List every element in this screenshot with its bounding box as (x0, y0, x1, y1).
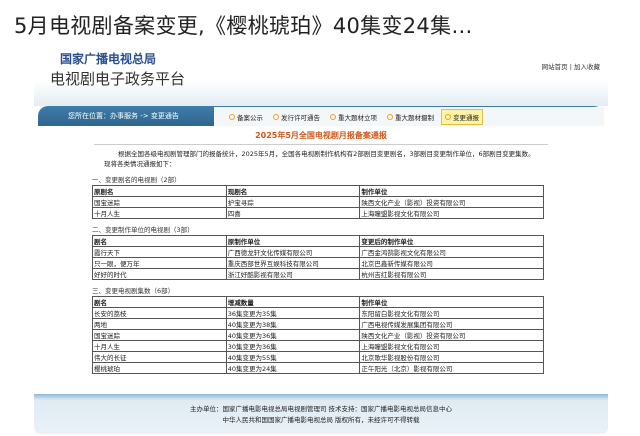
footer-line1: 主办单位：国家广播电影电视总局电视剧管理司 技术支持：国家广播电影电视总局信息中… (189, 405, 453, 413)
nav-tab[interactable]: 变更通报 (441, 108, 483, 125)
circle-icon (387, 113, 393, 120)
table-cell: 广西电视传媒发展集团有限公司 (359, 318, 544, 330)
screenshot-webpage: 国家广播电视总局 电视剧电子政务平台 网站首页 | 加入收藏 您所在位置：办事服… (34, 48, 608, 434)
circle-icon (229, 113, 235, 120)
section-table: 原剧名 现剧名 制作单位 国宝迷踪 护宝寻踪 陕西文化产业（影视）投资有限公司 十月人生 四喜… (92, 185, 544, 219)
table-row: 两地 40集变更为38集 广西电视传媒发展集团有限公司 (92, 318, 544, 330)
table-cell: 四喜 (225, 207, 361, 219)
table-row: 樱桃琥珀 40集变更为24集 正午阳光（北京）影视有限公司 (92, 362, 544, 374)
notice-document: 2025年5月全国电视剧月报备案通报 根据全国各级电视剧管理部门的报备统计，20… (34, 126, 608, 374)
document-title: 2025年5月全国电视剧月报备案通报 (94, 130, 548, 145)
table-cell: 十月人生 (92, 207, 227, 219)
circle-icon (330, 113, 336, 120)
nav-tab[interactable]: 重大题材立项 (327, 110, 380, 124)
table-cell: 36集变更为35集 (225, 307, 361, 319)
table-cell: 霞行天下 (92, 246, 227, 258)
column-header: 原剧名 (92, 185, 227, 197)
nav-tab-label: 备案公示 (237, 113, 263, 122)
table-cell: 长安的荔枝 (92, 307, 227, 319)
column-header: 原制作单位 (225, 235, 361, 247)
nav-tab-label: 重大题材立项 (338, 113, 377, 122)
circle-icon (445, 113, 451, 120)
table-cell: 30集变更为36集 (225, 340, 361, 352)
footer-line2: 中华人民共和国国家广播电影电视总局 版权所有，未经许可不得转载 (222, 416, 420, 424)
column-header: 剧名 (92, 296, 227, 308)
header-links[interactable]: 网站首页 | 加入收藏 (542, 61, 600, 71)
site-header: 国家广播电视总局 电视剧电子政务平台 网站首页 | 加入收藏 (34, 48, 608, 106)
table-cell: 国宝迷踪 (92, 196, 227, 208)
table-row: 十月人生 30集变更为36集 上海瞳盟影视文化有限公司 (92, 340, 544, 352)
column-header: 现剧名 (225, 185, 361, 197)
section-title: 三、变更电视剧集数（6部） (92, 287, 175, 295)
table-row: 好好的时代 浙江好酷影视有限公司 杭州吉红影视有限公司 (92, 268, 544, 280)
table-cell: 陕西文化产业（影视）投资有限公司 (359, 329, 544, 341)
table-cell: 浙江好酷影视有限公司 (225, 268, 361, 280)
section-title: 二、变更制作单位的电视剧（3部） (92, 226, 194, 234)
article-headline: 5月电视剧备案变更,《樱桃琥珀》40集变24集… (14, 14, 473, 38)
column-header: 变更后的制作单位 (359, 235, 544, 247)
table-cell: 陕西文化产业（影视）投资有限公司 (359, 196, 544, 208)
table-cell: 40集变更为24集 (225, 362, 361, 374)
table-cell: 北京巴鑫新传媒有限公司 (359, 257, 544, 269)
nav-tab-label: 重大题材摄制 (395, 113, 434, 122)
document-intro: 根据全国各级电视剧管理部门的报备统计，2025年5月，全国各电视剧制作机构有2部… (104, 150, 535, 168)
section-table: 剧名 原制作单位 变更后的制作单位 霞行天下 广西德龙轩文化传媒有限公司 广西金鸿鹄影视文… (92, 235, 544, 280)
nav-tab-label: 变更通报 (453, 113, 479, 122)
nav-tab-label: 发行许可通告 (281, 113, 320, 122)
table-cell: 上海瞳盟影视文化有限公司 (359, 340, 544, 352)
table-row: 只一眼，便万年 重庆西部世界互娱科技有限公司 北京巴鑫新传媒有限公司 (92, 257, 544, 269)
table-cell: 十月人生 (92, 340, 227, 352)
nav-bar: 您所在位置：办事服务 -> 变更通告 备案公示 发行许可通告 重大题材立项 重大题材摄… (38, 106, 604, 126)
nav-tab[interactable]: 发行许可通告 (270, 110, 323, 124)
section-title: 一、变更剧名的电视剧（2部） (92, 176, 181, 184)
platform-name: 电视剧电子政务平台 (50, 70, 186, 88)
column-header: 制作单位 (359, 296, 544, 308)
table-row: 十月人生 四喜 上海瞳盟影视文化有限公司 (92, 207, 544, 219)
table-row: 国宝迷踪 40集变更为36集 陕西文化产业（影视）投资有限公司 (92, 329, 544, 341)
table-cell: 伟大的长征 (92, 351, 227, 363)
table-cell: 40集变更为55集 (225, 351, 361, 363)
table-cell: 北京歌华影视股份有限公司 (359, 351, 544, 363)
breadcrumb: 您所在位置：办事服务 -> 变更通告 (68, 112, 179, 120)
section-table: 剧名 增减数量 制作单位 长安的荔枝 36集变更为35集 东阳留白影视文化有限公司 两地 40… (92, 296, 544, 374)
table-cell: 杭州吉红影视有限公司 (359, 268, 544, 280)
table-row: 国宝迷踪 护宝寻踪 陕西文化产业（影视）投资有限公司 (92, 196, 544, 208)
table-header-row: 原剧名 现剧名 制作单位 (92, 185, 544, 197)
table-cell: 40集变更为38集 (225, 318, 361, 330)
table-header-row: 剧名 原制作单位 变更后的制作单位 (92, 235, 544, 247)
nav-tab[interactable]: 重大题材摄制 (384, 110, 437, 124)
column-header: 增减数量 (225, 296, 361, 308)
table-cell: 重庆西部世界互娱科技有限公司 (225, 257, 361, 269)
nav-tabs: 备案公示 发行许可通告 重大题材立项 重大题材摄制 变更通报 (214, 107, 604, 126)
column-header: 制作单位 (359, 185, 544, 197)
table-header-row: 剧名 增减数量 制作单位 (92, 296, 544, 308)
table-cell: 上海瞳盟影视文化有限公司 (359, 207, 544, 219)
table-cell: 只一眼，便万年 (92, 257, 227, 269)
table-cell: 广西金鸿鹄影视文化有限公司 (359, 246, 544, 258)
circle-icon (273, 113, 279, 120)
table-row: 伟大的长征 40集变更为55集 北京歌华影视股份有限公司 (92, 351, 544, 363)
table-cell: 樱桃琥珀 (92, 362, 227, 374)
org-name: 国家广播电视总局 (60, 52, 157, 66)
column-header: 剧名 (92, 235, 227, 247)
table-cell: 两地 (92, 318, 227, 330)
table-cell: 好好的时代 (92, 268, 227, 280)
site-footer: 主办单位：国家广播电影电视总局电视剧管理司 技术支持：国家广播电影电视总局信息中… (34, 394, 608, 434)
table-cell: 护宝寻踪 (225, 196, 361, 208)
table-cell: 东阳留白影视文化有限公司 (359, 307, 544, 319)
table-cell: 40集变更为36集 (225, 329, 361, 341)
table-row: 长安的荔枝 36集变更为35集 东阳留白影视文化有限公司 (92, 307, 544, 319)
table-cell: 广西德龙轩文化传媒有限公司 (225, 246, 361, 258)
table-cell: 国宝迷踪 (92, 329, 227, 341)
table-row: 霞行天下 广西德龙轩文化传媒有限公司 广西金鸿鹄影视文化有限公司 (92, 246, 544, 258)
nav-tab[interactable]: 备案公示 (226, 110, 266, 124)
table-cell: 正午阳光（北京）影视有限公司 (359, 362, 544, 374)
